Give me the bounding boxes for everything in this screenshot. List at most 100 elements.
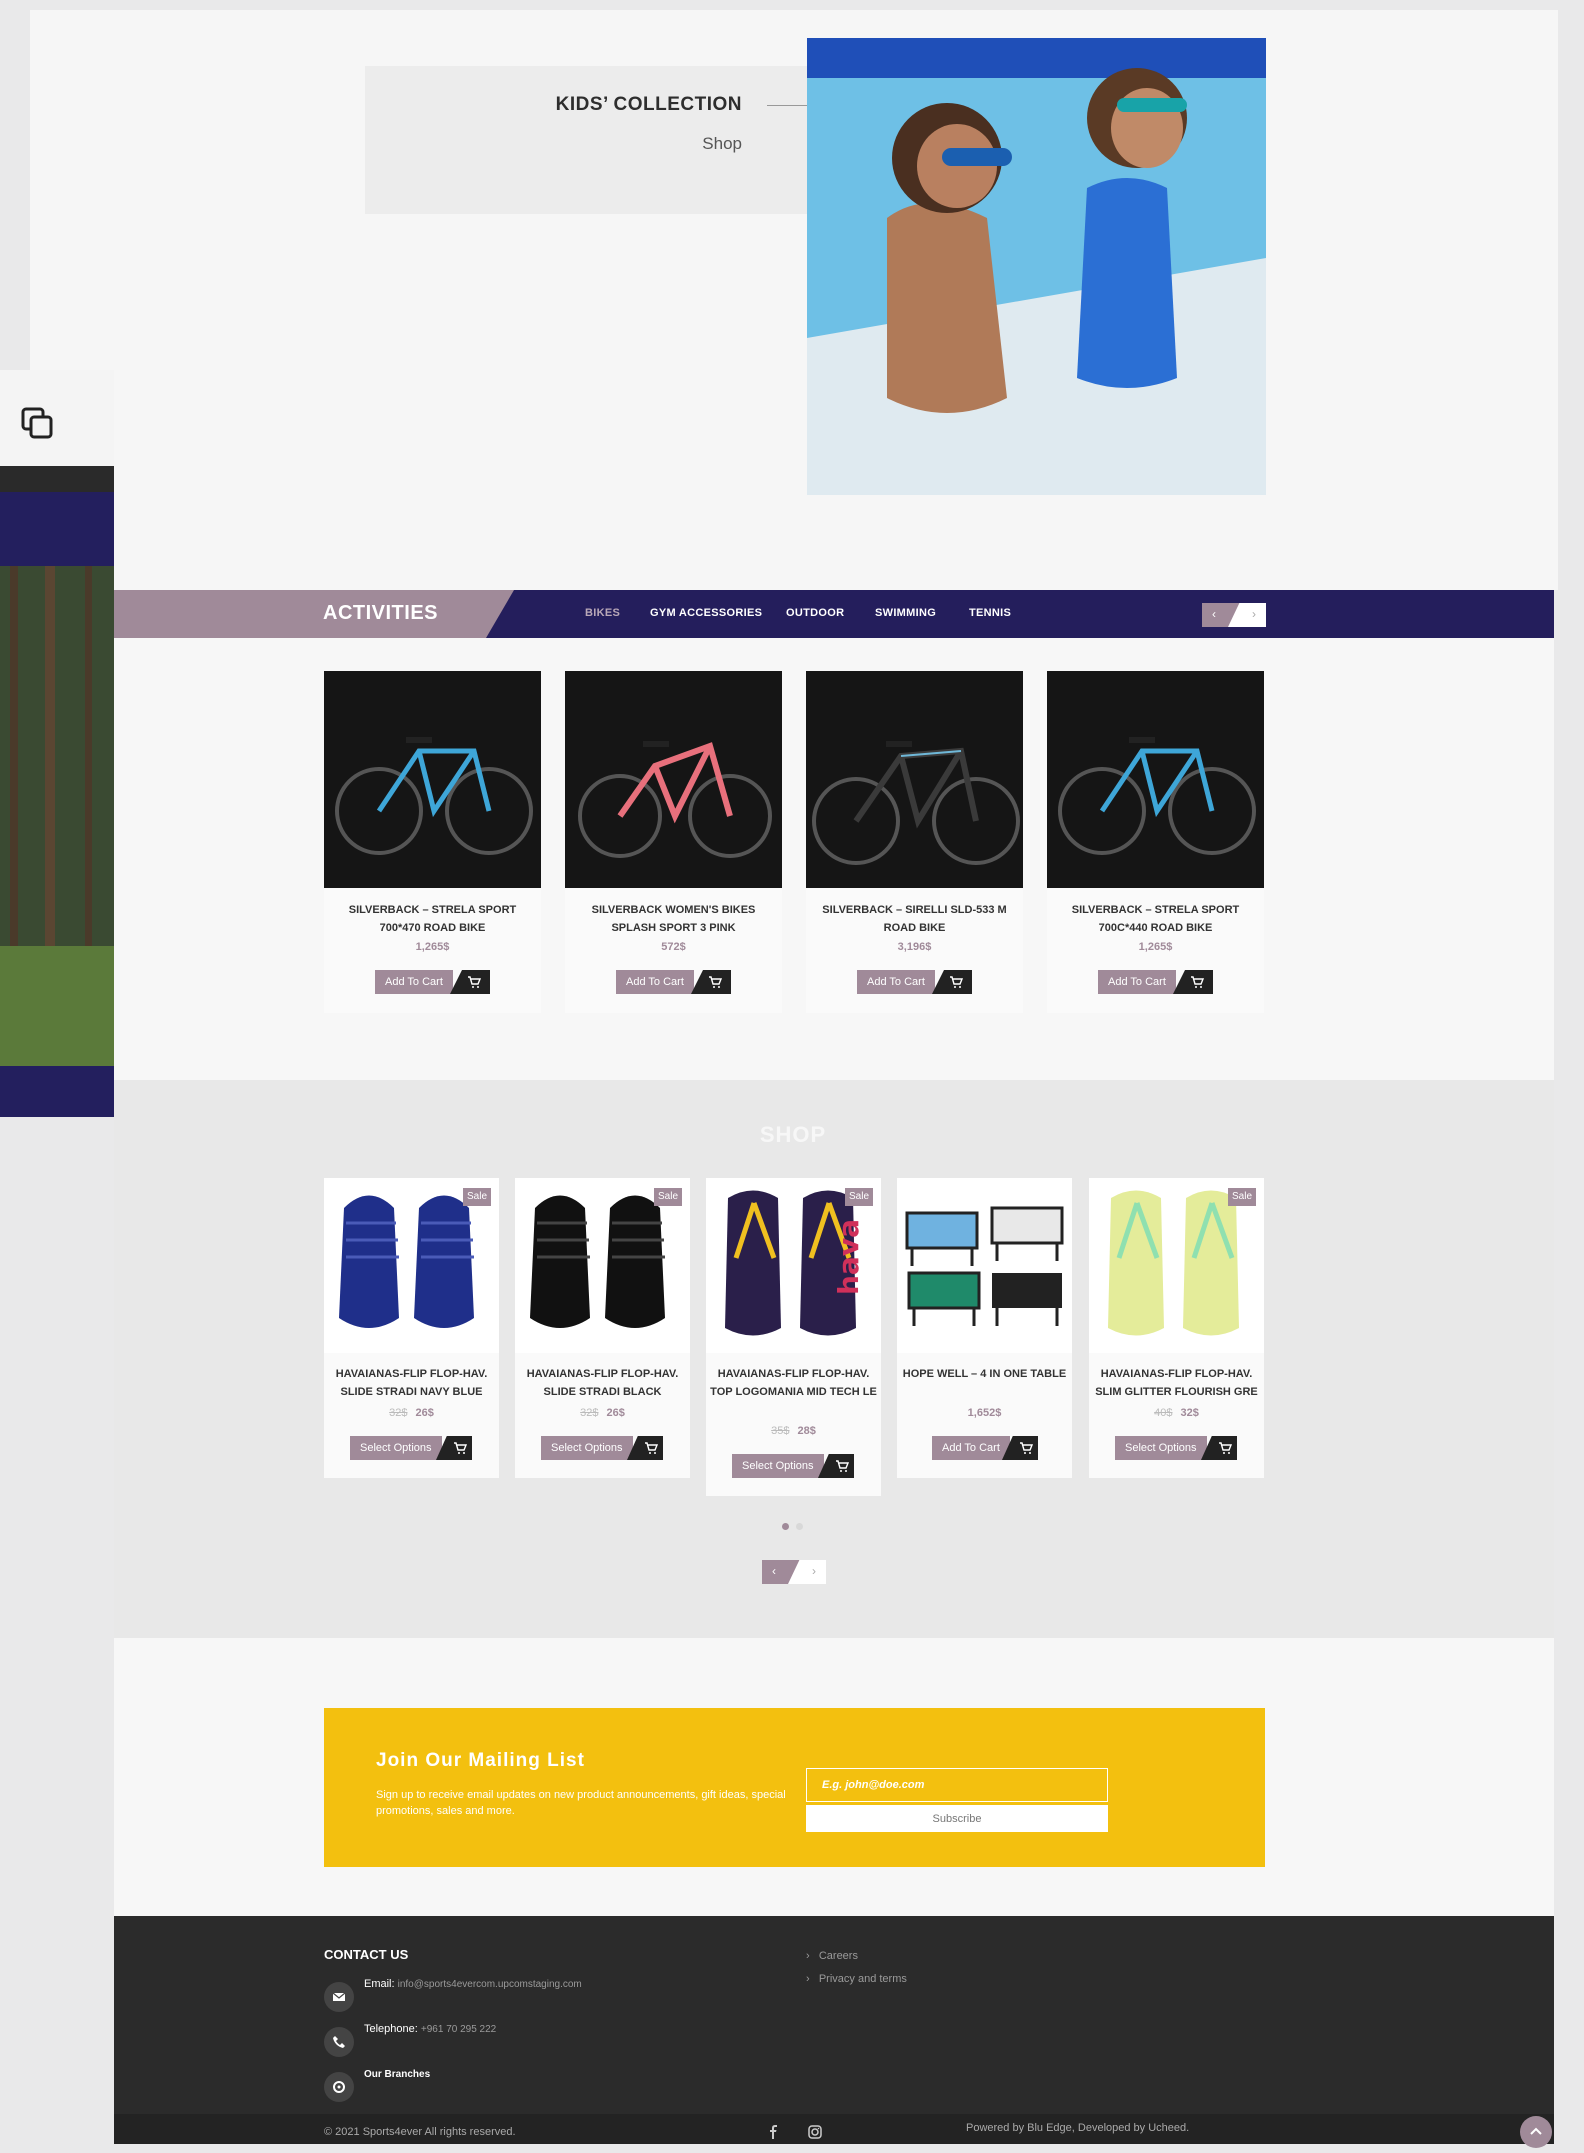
- product-card[interactable]: SILVERBACK – STRELA SPORT 700C*440 ROAD …: [1047, 671, 1264, 1013]
- envelope-icon: [324, 1982, 354, 2012]
- product-name[interactable]: HOPE WELL – 4 IN ONE TABLE: [899, 1365, 1070, 1383]
- shop-carousel-nav: ‹ ›: [762, 1560, 826, 1584]
- button-label: Add To Cart: [857, 970, 935, 994]
- product-card[interactable]: Sale HAVAIANAS-FLIP FLOP-HAV. SLIM GLITT…: [1089, 1178, 1264, 1478]
- select-options-button[interactable]: Select Options: [732, 1454, 854, 1478]
- tab-tennis[interactable]: TENNIS: [969, 607, 1011, 619]
- panel-strip: [0, 466, 114, 492]
- product-name[interactable]: SILVERBACK – SIRELLI SLD-533 M ROAD BIKE: [812, 901, 1017, 937]
- activities-title: ACTIVITIES: [323, 602, 439, 624]
- sale-badge: Sale: [654, 1188, 682, 1206]
- chevron-up-icon: [1530, 2127, 1542, 2135]
- tab-bikes[interactable]: BIKES: [585, 607, 620, 619]
- product-image[interactable]: [324, 671, 541, 888]
- product-price: 32$ 26$: [515, 1407, 690, 1419]
- product-price: 40$ 32$: [1089, 1407, 1264, 1419]
- scroll-to-top-button[interactable]: [1520, 2116, 1552, 2148]
- product-card[interactable]: hava Sale HAVAIANAS-FLIP FLOP-HAV. TOP L…: [706, 1178, 881, 1496]
- add-to-cart-button[interactable]: Add To Cart: [616, 970, 731, 994]
- panel-navy-bottom: [0, 1066, 114, 1117]
- add-to-cart-button[interactable]: Add To Cart: [1098, 970, 1213, 994]
- instagram-icon[interactable]: [807, 2124, 823, 2140]
- product-card[interactable]: SILVERBACK – STRELA SPORT 700*470 ROAD B…: [324, 671, 541, 1013]
- phone-label: Telephone:: [364, 2023, 418, 2035]
- sale-price: 26$: [415, 1407, 434, 1419]
- tab-gym-accessories[interactable]: GYM ACCESSORIES: [650, 607, 762, 619]
- product-name[interactable]: HAVAIANAS-FLIP FLOP-HAV. TOP LOGOMANIA M…: [708, 1365, 879, 1401]
- button-label: Select Options: [541, 1436, 633, 1460]
- cart-icon: [691, 970, 731, 994]
- forest-image: [0, 566, 114, 1066]
- product-name[interactable]: SILVERBACK WOMEN'S BIKES SPLASH SPORT 3 …: [571, 901, 776, 937]
- link-label: Careers: [818, 1950, 858, 1962]
- cart-icon: [450, 970, 490, 994]
- old-price: 35$: [771, 1425, 790, 1437]
- compare-panel[interactable]: [0, 370, 114, 467]
- sale-badge: Sale: [1228, 1188, 1256, 1206]
- sale-badge: Sale: [845, 1188, 873, 1206]
- product-name[interactable]: SILVERBACK – STRELA SPORT 700C*440 ROAD …: [1053, 901, 1258, 937]
- email-value[interactable]: info@sports4evercom.upcomstaging.com: [398, 1979, 582, 1990]
- select-options-button[interactable]: Select Options: [541, 1436, 663, 1460]
- button-label: Add To Cart: [375, 970, 453, 994]
- newsletter-title: Join Our Mailing List: [376, 1750, 585, 1771]
- location-icon: [324, 2072, 354, 2102]
- hero-shop-link[interactable]: Shop: [640, 134, 742, 154]
- facebook-icon[interactable]: [766, 2124, 782, 2140]
- product-price: 1,265$: [1138, 941, 1173, 953]
- select-options-button[interactable]: Select Options: [350, 1436, 472, 1460]
- carousel-dot-active[interactable]: [782, 1523, 789, 1530]
- button-label: Add To Cart: [1098, 970, 1176, 994]
- old-price: 40$: [1154, 1407, 1173, 1419]
- phone-value[interactable]: +961 70 295 222: [421, 2024, 496, 2035]
- sale-badge: Sale: [463, 1188, 491, 1206]
- add-to-cart-button[interactable]: Add To Cart: [932, 1436, 1038, 1460]
- carousel-dot[interactable]: [796, 1523, 803, 1530]
- sale-price: 26$: [606, 1407, 625, 1419]
- product-card[interactable]: Sale HAVAIANAS-FLIP FLOP-HAV. SLIDE STRA…: [324, 1178, 499, 1478]
- product-name[interactable]: HAVAIANAS-FLIP FLOP-HAV. SLIDE STRADI NA…: [326, 1365, 497, 1401]
- product-image[interactable]: [565, 671, 782, 888]
- footer-link-careers[interactable]: › Careers: [806, 1950, 858, 1962]
- contact-phone: Telephone: +961 70 295 222: [364, 2023, 496, 2035]
- product-card[interactable]: SILVERBACK – SIRELLI SLD-533 M ROAD BIKE…: [806, 671, 1023, 1013]
- product-image[interactable]: [1047, 671, 1264, 888]
- product-name[interactable]: HAVAIANAS-FLIP FLOP-HAV. SLIM GLITTER FL…: [1091, 1365, 1262, 1401]
- product-price: 1,652$: [967, 1407, 1002, 1419]
- button-label: Add To Cart: [932, 1436, 1010, 1460]
- our-branches-link[interactable]: Our Branches: [364, 2069, 430, 2080]
- sale-price: 32$: [1180, 1407, 1199, 1419]
- product-card[interactable]: SILVERBACK WOMEN'S BIKES SPLASH SPORT 3 …: [565, 671, 782, 1013]
- sale-price: 28$: [797, 1425, 816, 1437]
- select-options-button[interactable]: Select Options: [1115, 1436, 1237, 1460]
- cart-icon: [932, 970, 972, 994]
- product-name[interactable]: HAVAIANAS-FLIP FLOP-HAV. SLIDE STRADI BL…: [517, 1365, 688, 1401]
- product-card[interactable]: Sale HAVAIANAS-FLIP FLOP-HAV. SLIDE STRA…: [515, 1178, 690, 1478]
- product-price: 1,265$: [415, 941, 450, 953]
- product-name[interactable]: SILVERBACK – STRELA SPORT 700*470 ROAD B…: [330, 901, 535, 937]
- carousel-dots: [782, 1523, 806, 1531]
- tab-swimming[interactable]: SWIMMING: [875, 607, 936, 619]
- add-to-cart-button[interactable]: Add To Cart: [857, 970, 972, 994]
- button-label: Select Options: [1115, 1436, 1207, 1460]
- email-input[interactable]: [806, 1768, 1108, 1802]
- button-label: Select Options: [732, 1454, 824, 1478]
- hero-title: KIDS’ COLLECTION: [555, 94, 742, 115]
- copy-icon[interactable]: [20, 406, 56, 442]
- product-image[interactable]: [897, 1178, 1072, 1353]
- contact-email: Email: info@sports4evercom.upcomstaging.…: [364, 1978, 582, 1990]
- subscribe-button[interactable]: Subscribe: [806, 1805, 1108, 1832]
- contact-title: CONTACT US: [324, 1947, 409, 1962]
- panel-navy: [0, 492, 114, 566]
- powered-by-text: Powered by Blu Edge, Developed by Ucheed…: [966, 2122, 1190, 2134]
- add-to-cart-button[interactable]: Add To Cart: [375, 970, 490, 994]
- tab-outdoor[interactable]: OUTDOOR: [786, 607, 844, 619]
- product-price: 572$: [661, 941, 686, 953]
- product-image[interactable]: [806, 671, 1023, 888]
- product-price: 32$ 26$: [324, 1407, 499, 1419]
- footer-link-privacy[interactable]: › Privacy and terms: [806, 1973, 907, 1985]
- phone-icon: [324, 2027, 354, 2057]
- old-price: 32$: [389, 1407, 408, 1419]
- svg-text:hava: hava: [832, 1219, 865, 1295]
- product-card[interactable]: HOPE WELL – 4 IN ONE TABLE 1,652$ Add To…: [897, 1178, 1072, 1478]
